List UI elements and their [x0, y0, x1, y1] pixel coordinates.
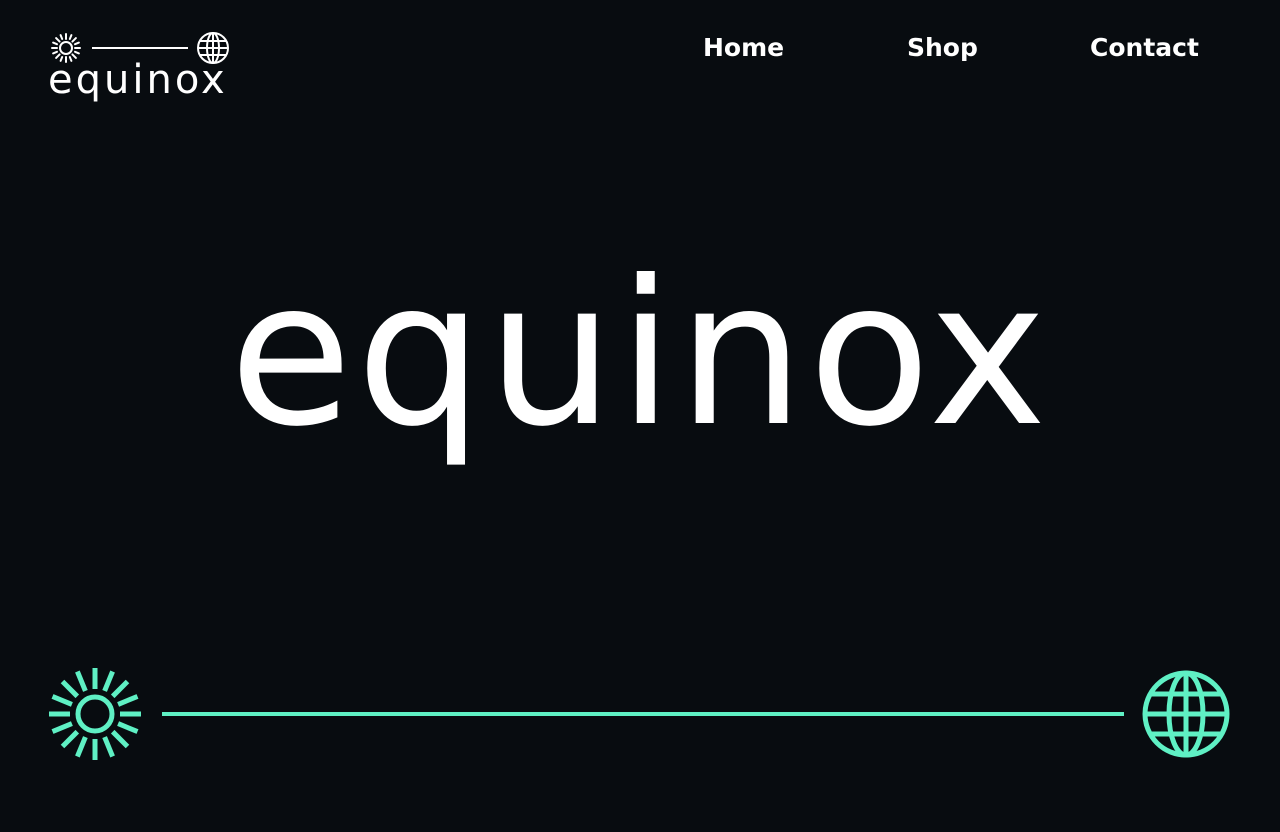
- brand-logo[interactable]: equinox: [48, 30, 232, 110]
- sun-icon: [49, 668, 141, 760]
- globe-icon: [1142, 670, 1230, 758]
- decorative-bar: [44, 664, 1240, 764]
- nav-home-link[interactable]: Home: [703, 30, 784, 66]
- hero-title: equinox: [229, 238, 1051, 471]
- logo-wordmark: equinox: [48, 57, 228, 103]
- main-nav: Home Shop Contact: [640, 30, 1240, 70]
- nav-shop-link[interactable]: Shop: [907, 30, 978, 66]
- nav-contact-link[interactable]: Contact: [1090, 30, 1199, 66]
- decorative-bar-graphic: [49, 668, 1230, 760]
